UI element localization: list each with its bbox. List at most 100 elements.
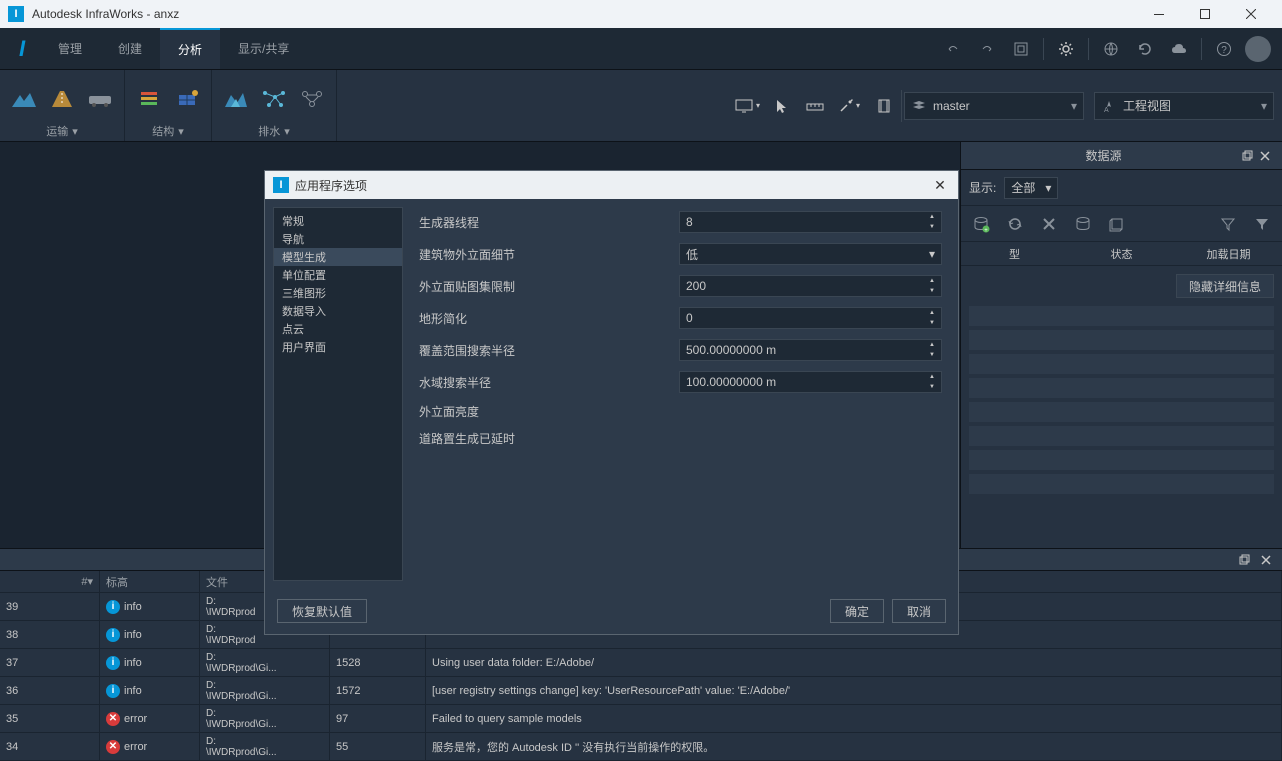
category-item[interactable]: 三维图形 (274, 284, 402, 302)
log-row[interactable]: 34✕errorD:\IWDRprod\Gi...55服务是常，您的 Autod… (0, 733, 1282, 761)
globe-icon[interactable] (1095, 33, 1127, 65)
watershed-icon[interactable] (222, 85, 250, 113)
restore-defaults-button[interactable]: 恢复默认值 (277, 599, 367, 623)
menu-create[interactable]: 创建 (100, 28, 160, 69)
layers-icon[interactable] (135, 85, 163, 113)
field-row: 外立面亮度 (419, 403, 942, 420)
field-label: 建筑物外立面细节 (419, 246, 679, 263)
delete-icon[interactable] (1037, 212, 1061, 236)
field-label: 生成器线程 (419, 214, 679, 231)
display-label: 显示: (969, 179, 996, 196)
tools-icon[interactable]: ▾ (833, 90, 865, 122)
cancel-button[interactable]: 取消 (892, 599, 946, 623)
field-label: 外立面贴图集限制 (419, 278, 679, 295)
ribbon-group-drainage: 排水 ▾ (212, 70, 337, 141)
solar-icon[interactable] (173, 85, 201, 113)
settings-icon[interactable] (1050, 33, 1082, 65)
options-form: 生成器线程8▲▼建筑物外立面细节低▾外立面贴图集限制200▲▼地形简化0▲▼覆盖… (403, 199, 958, 589)
script-icon[interactable] (1105, 212, 1129, 236)
panel-restore-icon[interactable] (1238, 147, 1256, 165)
ds-columns-header: 型 状态 加载日期 (961, 242, 1282, 266)
ds-empty-row (969, 402, 1274, 422)
category-item[interactable]: 单位配置 (274, 266, 402, 284)
view-tools: ▾ ▾ master ▾ A 工程视图 ▾ (723, 70, 1282, 141)
log-row[interactable]: 35✕errorD:\IWDRprod\Gi...97Failed to que… (0, 705, 1282, 733)
field-label: 道路置生成已延时 (419, 430, 679, 447)
field-row: 生成器线程8▲▼ (419, 211, 942, 233)
app-icon: I (8, 6, 24, 22)
refresh-db-icon[interactable] (1003, 212, 1027, 236)
svg-text:A: A (1104, 107, 1109, 113)
compass-icon: A (1101, 99, 1117, 113)
redo-icon[interactable] (971, 33, 1003, 65)
filter2-icon[interactable] (1250, 212, 1274, 236)
select-input[interactable]: 低▾ (679, 243, 942, 265)
menu-manage[interactable]: 管理 (40, 28, 100, 69)
panel-title: 数据源 (969, 147, 1238, 164)
panel-close-icon[interactable] (1256, 147, 1274, 165)
category-item[interactable]: 数据导入 (274, 302, 402, 320)
add-db-icon[interactable]: + (969, 212, 993, 236)
measure-icon[interactable] (799, 90, 831, 122)
menu-display-share[interactable]: 显示/共享 (220, 28, 307, 69)
panel-restore-icon[interactable] (1236, 552, 1252, 568)
field-row: 覆盖范围搜索半径500.00000000 m▲▼ (419, 339, 942, 361)
cloud-icon[interactable] (1163, 33, 1195, 65)
category-item[interactable]: 常规 (274, 212, 402, 230)
refresh-icon[interactable] (1129, 33, 1161, 65)
bookmark-icon[interactable] (867, 90, 899, 122)
app-logo[interactable]: I (4, 28, 40, 69)
minimize-button[interactable] (1136, 0, 1182, 28)
spin-input[interactable]: 100.00000000 m▲▼ (679, 371, 942, 393)
terrain-icon[interactable] (10, 85, 38, 113)
flow-icon[interactable] (298, 85, 326, 113)
filter-icon[interactable] (1216, 212, 1240, 236)
vehicle-icon[interactable] (86, 85, 114, 113)
hide-details-button[interactable]: 隐藏详细信息 (1176, 274, 1274, 298)
ribbon: 运输 ▾ 结构 ▾ 排水 ▾ ▾ ▾ master ▾ A 工 (0, 70, 1282, 142)
field-label: 地形简化 (419, 310, 679, 327)
category-item[interactable]: 模型生成 (274, 248, 402, 266)
field-label: 水域搜索半径 (419, 374, 679, 391)
network-icon[interactable] (260, 85, 288, 113)
data-source-panel: 数据源 显示: 全部▾ + 型 状态 加载日期 隐藏详细信息 (960, 142, 1282, 548)
svg-text:+: + (984, 228, 988, 233)
category-item[interactable]: 点云 (274, 320, 402, 338)
log-row[interactable]: 36iinfoD:\IWDRprod\Gi...1572[user regist… (0, 677, 1282, 705)
menu-analyze[interactable]: 分析 (160, 28, 220, 69)
db-icon[interactable] (1071, 212, 1095, 236)
display-filter-dropdown[interactable]: 全部▾ (1004, 177, 1058, 199)
spin-input[interactable]: 500.00000000 m▲▼ (679, 339, 942, 361)
category-list: 常规导航模型生成单位配置三维图形数据导入点云用户界面 (273, 207, 403, 581)
svg-text:?: ? (1221, 45, 1227, 56)
category-item[interactable]: 用户界面 (274, 338, 402, 356)
spin-input[interactable]: 200▲▼ (679, 275, 942, 297)
panel-close-icon[interactable] (1258, 552, 1274, 568)
user-avatar[interactable] (1242, 33, 1274, 65)
proposal-dropdown[interactable]: master ▾ (904, 92, 1084, 120)
ribbon-group-transport: 运输 ▾ (0, 70, 125, 141)
field-row: 外立面贴图集限制200▲▼ (419, 275, 942, 297)
ds-empty-row (969, 474, 1274, 494)
close-button[interactable] (1228, 0, 1274, 28)
ribbon-group-structure: 结构 ▾ (125, 70, 212, 141)
ok-button[interactable]: 确定 (830, 599, 884, 623)
log-row[interactable]: 37iinfoD:\IWDRprod\Gi...1528Using user d… (0, 649, 1282, 677)
category-item[interactable]: 导航 (274, 230, 402, 248)
road-icon[interactable] (48, 85, 76, 113)
dialog-icon: I (273, 177, 289, 193)
ds-empty-row (969, 378, 1274, 398)
field-row: 地形简化0▲▼ (419, 307, 942, 329)
dialog-close-icon[interactable]: ✕ (930, 175, 950, 195)
spin-input[interactable]: 8▲▼ (679, 211, 942, 233)
layers-icon (911, 99, 927, 113)
view-dropdown[interactable]: A 工程视图 ▾ (1094, 92, 1274, 120)
maximize-button[interactable] (1182, 0, 1228, 28)
help-icon[interactable]: ? (1208, 33, 1240, 65)
undo-icon[interactable] (937, 33, 969, 65)
fullscreen-icon[interactable] (1005, 33, 1037, 65)
spin-input[interactable]: 0▲▼ (679, 307, 942, 329)
menubar: I 管理 创建 分析 显示/共享 ? (0, 28, 1282, 70)
screen-icon[interactable]: ▾ (731, 90, 763, 122)
pointer-icon[interactable] (765, 90, 797, 122)
